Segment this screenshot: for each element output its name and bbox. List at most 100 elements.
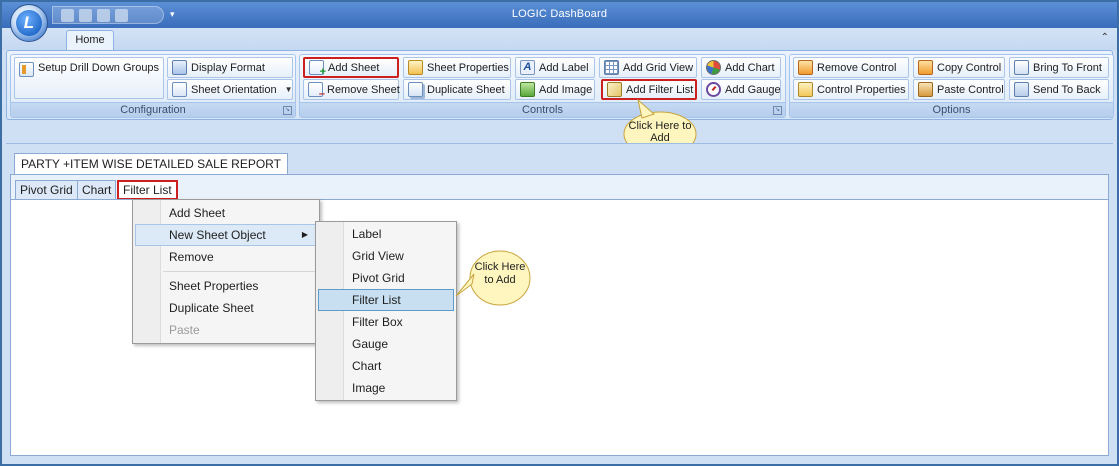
- add-image-label: Add Image: [539, 83, 593, 96]
- copy-control-label: Copy Control: [937, 61, 1002, 74]
- menu-item-remove[interactable]: Remove: [133, 246, 319, 268]
- remove-control-label: Remove Control: [817, 61, 897, 74]
- send-to-back-icon: [1014, 82, 1029, 97]
- group-options: Remove Control Control Properties Copy C…: [789, 54, 1114, 118]
- add-chart-label: Add Chart: [725, 61, 775, 74]
- send-to-back-label: Send To Back: [1033, 83, 1101, 96]
- drill-down-icon: [19, 62, 34, 77]
- label-icon: A: [520, 60, 535, 75]
- menu-item-new-sheet-object-label: New Sheet Object: [169, 228, 266, 242]
- sheet-tab-filter-list[interactable]: Filter List: [117, 180, 178, 200]
- add-image-button[interactable]: Add Image: [515, 79, 595, 100]
- remove-sheet-label: Remove Sheet: [327, 83, 400, 96]
- save-icon[interactable]: [97, 8, 110, 22]
- send-to-back-button[interactable]: Send To Back: [1009, 79, 1109, 100]
- display-format-label: Display Format: [191, 61, 265, 74]
- add-sheet-button[interactable]: Add Sheet: [303, 57, 399, 78]
- bring-to-front-button[interactable]: Bring To Front: [1009, 57, 1109, 78]
- display-format-icon: [172, 60, 187, 75]
- add-gauge-label: Add Gauge: [725, 83, 781, 96]
- setup-drill-down-groups-button[interactable]: Setup Drill Down Groups: [14, 57, 164, 99]
- add-gauge-button[interactable]: Add Gauge: [701, 79, 781, 100]
- ribbon-callout-text: Click Here to Add: [628, 120, 692, 144]
- collapse-ribbon-icon[interactable]: ⌃: [1101, 32, 1109, 43]
- add-grid-view-button[interactable]: Add Grid View: [599, 57, 697, 78]
- control-properties-icon: [798, 82, 813, 97]
- submenu-item-filter-box[interactable]: Filter Box: [316, 311, 456, 333]
- bring-to-front-icon: [1014, 60, 1029, 75]
- report-tab[interactable]: PARTY +ITEM WISE DETAILED SALE REPORT: [14, 153, 288, 174]
- display-format-button[interactable]: Display Format: [167, 57, 293, 78]
- edit-icon[interactable]: [79, 8, 92, 22]
- add-sheet-icon: [309, 60, 326, 78]
- submenu-arrow-icon: ▶: [301, 230, 308, 239]
- save-all-icon[interactable]: [115, 8, 128, 22]
- paste-icon: [918, 82, 933, 97]
- sheet-tab-pivot-grid[interactable]: Pivot Grid: [15, 180, 78, 200]
- submenu-item-pivot-grid[interactable]: Pivot Grid: [316, 267, 456, 289]
- group-controls: Add Sheet Remove Sheet Sheet Properties …: [299, 54, 786, 118]
- dialog-launcher-icon[interactable]: ↘: [283, 106, 292, 115]
- sheet-orientation-label: Sheet Orientation: [191, 83, 277, 96]
- app-window: LOGIC DashBoard L ▾ Home ⌃ Setup Drill D…: [0, 0, 1119, 466]
- add-sheet-label: Add Sheet: [328, 61, 380, 74]
- gauge-icon: [706, 82, 721, 97]
- control-properties-label: Control Properties: [817, 83, 906, 96]
- remove-sheet-button[interactable]: Remove Sheet: [303, 79, 400, 100]
- add-label-button[interactable]: A Add Label: [515, 57, 595, 78]
- group-configuration: Setup Drill Down Groups Display Format S…: [10, 54, 296, 118]
- grid-view-icon: [604, 60, 619, 75]
- submenu-item-grid-view[interactable]: Grid View: [316, 245, 456, 267]
- menu-callout-text: Click Here to Add: [474, 261, 526, 286]
- add-filter-list-label: Add Filter List: [626, 83, 694, 96]
- sheet-tab-chart[interactable]: Chart: [77, 180, 117, 200]
- add-filter-list-button[interactable]: Add Filter List: [601, 79, 697, 100]
- add-label-label: Add Label: [539, 61, 589, 74]
- setup-drill-label: Setup Drill Down Groups: [38, 62, 160, 74]
- menu-item-add-sheet[interactable]: Add Sheet: [133, 202, 319, 224]
- menu-item-duplicate-sheet[interactable]: Duplicate Sheet: [133, 297, 319, 319]
- application-button[interactable]: L: [10, 4, 48, 42]
- new-sheet-object-submenu: Label Grid View Pivot Grid Filter List F…: [315, 221, 457, 401]
- window-title: LOGIC DashBoard: [511, 8, 608, 20]
- filter-list-icon: [607, 82, 622, 97]
- copy-control-button[interactable]: Copy Control: [913, 57, 1005, 78]
- control-properties-button[interactable]: Control Properties: [793, 79, 909, 100]
- qat-customize-icon[interactable]: ▾: [170, 9, 175, 20]
- chevron-down-icon: ▼: [284, 85, 293, 94]
- group-label-options: Options: [790, 102, 1113, 117]
- sheet-properties-icon: [408, 60, 423, 75]
- sheet-properties-button[interactable]: Sheet Properties: [403, 57, 511, 78]
- add-grid-view-label: Add Grid View: [623, 61, 694, 74]
- duplicate-sheet-button[interactable]: Duplicate Sheet: [403, 79, 511, 100]
- sheet-orientation-icon: [172, 82, 187, 97]
- submenu-item-image[interactable]: Image: [316, 377, 456, 399]
- ribbon: Setup Drill Down Groups Display Format S…: [6, 50, 1114, 120]
- dialog-launcher-icon[interactable]: ↘: [773, 106, 782, 115]
- submenu-item-chart[interactable]: Chart: [316, 355, 456, 377]
- remove-control-button[interactable]: Remove Control: [793, 57, 909, 78]
- menu-item-sheet-properties[interactable]: Sheet Properties: [133, 275, 319, 297]
- bring-to-front-label: Bring To Front: [1033, 61, 1102, 74]
- duplicate-sheet-label: Duplicate Sheet: [427, 83, 505, 96]
- remove-sheet-icon: [308, 82, 325, 100]
- sheet-properties-label: Sheet Properties: [427, 61, 509, 74]
- tab-home[interactable]: Home: [66, 30, 114, 51]
- submenu-item-gauge[interactable]: Gauge: [316, 333, 456, 355]
- sheet-orientation-dropdown[interactable]: Sheet Orientation ▼: [167, 79, 293, 100]
- quick-access-toolbar: [52, 6, 164, 24]
- paste-control-label: Paste Control: [937, 83, 1004, 96]
- new-icon[interactable]: [61, 8, 74, 22]
- group-label-configuration: Configuration: [11, 102, 295, 117]
- submenu-item-filter-list[interactable]: Filter List: [318, 289, 454, 311]
- add-chart-button[interactable]: Add Chart: [701, 57, 781, 78]
- pie-chart-icon: [706, 60, 721, 75]
- paste-control-button[interactable]: Paste Control: [913, 79, 1005, 100]
- submenu-item-label[interactable]: Label: [316, 223, 456, 245]
- menu-item-new-sheet-object[interactable]: New Sheet Object ▶: [135, 224, 317, 246]
- ribbon-tab-strip: Home ⌃: [2, 28, 1117, 51]
- app-logo-icon: L: [16, 10, 42, 36]
- context-menu: Add Sheet New Sheet Object ▶ Remove Shee…: [132, 199, 320, 344]
- group-label-controls: Controls: [300, 102, 785, 117]
- copy-icon: [918, 60, 933, 75]
